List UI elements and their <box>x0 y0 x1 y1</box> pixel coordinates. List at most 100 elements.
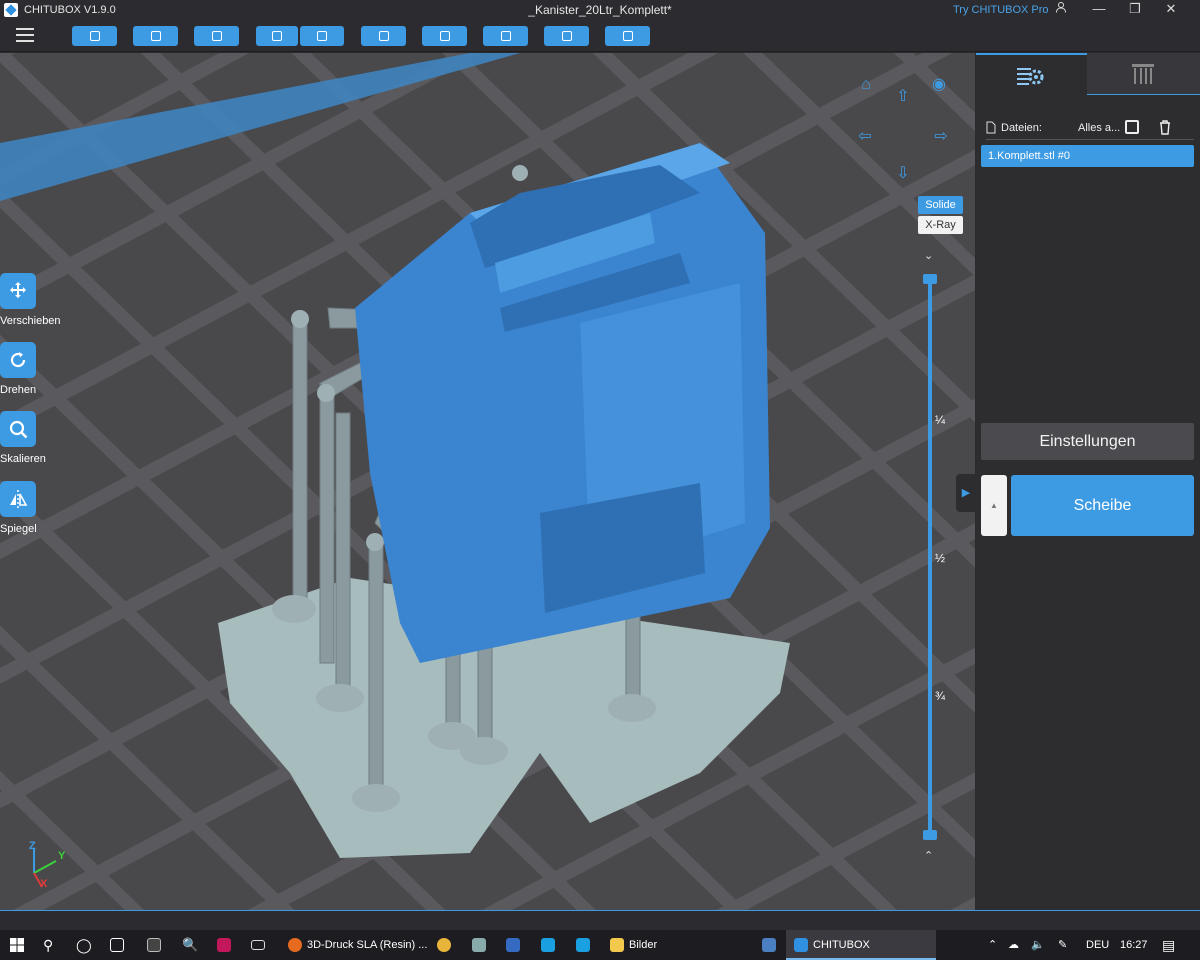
hollow-button[interactable] <box>483 26 528 46</box>
cloud-icon[interactable]: ☁ <box>1008 930 1019 960</box>
mail-icon[interactable] <box>251 930 270 960</box>
document-app-icon[interactable] <box>506 930 525 960</box>
move-tool[interactable]: Verschieben <box>0 273 70 327</box>
side-panel: Dateien: Alles a... 1.Komplett.stl #0 Ei… <box>976 53 1200 910</box>
title-bar: CHITUBOX V1.9.0 _Kanister_20Ltr_Komplett… <box>0 0 1200 20</box>
tab-supports[interactable] <box>1087 53 1200 95</box>
fs-app-icon[interactable] <box>217 930 236 960</box>
rotate-icon <box>0 342 36 378</box>
settings-button[interactable]: Einstellungen <box>981 423 1194 460</box>
chitubox-logo-icon <box>4 3 18 17</box>
hamburger-icon[interactable] <box>16 28 34 42</box>
import-button[interactable] <box>256 26 298 46</box>
home-view-icon[interactable]: ⌂ <box>856 75 876 95</box>
select-all-label[interactable]: Alles a... <box>1078 122 1120 134</box>
scale-tool[interactable]: Skalieren <box>0 411 70 465</box>
3d-viewport[interactable]: Verschieben Drehen Skalieren Spiegel ⌂ ⇧… <box>0 53 975 910</box>
settings-app-icon[interactable] <box>762 930 781 960</box>
view-bottom-icon[interactable]: ⇩ <box>893 164 913 184</box>
status-strip <box>0 910 1200 930</box>
language-indicator[interactable]: DEU <box>1086 930 1109 960</box>
file-icon <box>986 121 996 134</box>
scale-tool-label: Skalieren <box>0 453 46 465</box>
folder-icon <box>610 938 624 953</box>
copy-icon <box>378 31 389 41</box>
chitubox-icon <box>794 938 808 953</box>
taskbar-app-firefox[interactable]: 3D-Druck SLA (Resin) ... <box>280 930 428 960</box>
try-pro-link[interactable]: Try CHITUBOX Pro <box>953 4 1049 16</box>
rotate-tool-label: Drehen <box>0 384 37 396</box>
cura-app-icon[interactable] <box>541 930 560 960</box>
search-icon[interactable]: ⚲ <box>43 930 53 960</box>
slider-mark-quarter: ¼ <box>935 413 946 427</box>
task-view-icon[interactable] <box>110 930 129 960</box>
auto-layout-icon <box>211 31 222 41</box>
layer-slider-bottom-handle[interactable] <box>923 830 937 840</box>
windows-taskbar: ⚲ ◯ 🔍 3D-Druck SLA (Resin) ... Bilder CH… <box>0 930 1200 960</box>
view-top-icon[interactable]: ⇧ <box>893 87 913 107</box>
slider-mark-half: ½ <box>935 551 946 565</box>
drill-icon <box>561 31 572 41</box>
magnifier-icon[interactable]: 🔍 <box>182 930 198 960</box>
taskbar-app-bilder[interactable]: Bilder <box>602 930 752 960</box>
tab-settings[interactable] <box>976 53 1087 95</box>
open-file-button[interactable] <box>72 26 117 46</box>
main-toolbar <box>0 20 1200 52</box>
terminal-icon[interactable] <box>147 930 166 960</box>
chevron-up-icon[interactable]: ⌃ <box>924 849 933 862</box>
xray-mode-button[interactable]: X-Ray <box>918 216 963 234</box>
import-icon <box>272 31 282 41</box>
clock[interactable]: 16:27 <box>1120 930 1148 960</box>
axis-y-label: Y <box>58 850 66 862</box>
layer-slider-track[interactable] <box>928 278 932 838</box>
chevron-down-icon[interactable]: ⌄ <box>924 249 933 262</box>
build-plate-scene <box>0 53 975 910</box>
axis-x-label: X <box>40 878 48 890</box>
save-button[interactable] <box>133 26 178 46</box>
eye-icon[interactable]: ◉ <box>929 75 949 95</box>
taskbar-app-chitubox[interactable]: CHITUBOX <box>786 930 936 960</box>
export-button[interactable] <box>300 26 344 46</box>
panel-collapse-button[interactable]: ▶ <box>956 474 976 512</box>
auto-layout-button[interactable] <box>194 26 239 46</box>
layer-slider-top-handle[interactable] <box>923 274 937 284</box>
rotate-tool[interactable]: Drehen <box>0 342 70 396</box>
close-icon[interactable]: ✕ <box>1156 0 1186 20</box>
export-icon <box>317 31 327 41</box>
paint-icon[interactable] <box>472 930 491 960</box>
volume-icon[interactable]: 🔈 <box>1031 930 1045 960</box>
mirror-tool-label: Spiegel <box>0 523 37 535</box>
view-left-icon[interactable]: ⇦ <box>855 127 875 147</box>
supports-icon <box>439 31 450 41</box>
trash-icon[interactable] <box>1158 120 1172 135</box>
user-icon[interactable] <box>1046 0 1076 20</box>
cura-app-2-icon[interactable] <box>576 930 595 960</box>
view-right-icon[interactable]: ⇨ <box>931 127 951 147</box>
drill-button[interactable] <box>544 26 589 46</box>
scale-icon <box>0 411 36 447</box>
chitubox-app-label: CHITUBOX <box>813 939 870 952</box>
mirror-tool[interactable]: Spiegel <box>0 481 70 535</box>
lock-button[interactable] <box>605 26 650 46</box>
slice-button[interactable]: Scheibe <box>1011 475 1194 536</box>
tray-chevron-icon[interactable]: ⌃ <box>988 930 997 960</box>
pen-icon[interactable]: ✎ <box>1058 930 1067 960</box>
windows-start-icon[interactable] <box>10 930 24 960</box>
solid-mode-button[interactable]: Solide <box>918 196 963 214</box>
select-all-checkbox[interactable] <box>1125 120 1139 134</box>
cortana-icon[interactable]: ◯ <box>76 930 92 960</box>
supports-button[interactable] <box>422 26 467 46</box>
minimize-icon[interactable]: — <box>1084 0 1114 20</box>
copy-button[interactable] <box>361 26 406 46</box>
files-label: Dateien: <box>1001 122 1042 134</box>
lock-icon <box>622 31 633 41</box>
slice-options-button[interactable]: ▲ <box>981 475 1007 536</box>
file-list-item[interactable]: 1.Komplett.stl #0 <box>981 145 1194 167</box>
chrome-icon[interactable] <box>437 930 456 960</box>
axis-z-label: Z <box>29 840 36 852</box>
bilder-app-label: Bilder <box>629 939 658 952</box>
mirror-icon <box>0 481 36 517</box>
notification-icon[interactable]: ▤ <box>1162 930 1175 960</box>
app-name: CHITUBOX V1.9.0 <box>24 4 116 16</box>
restore-icon[interactable]: ❐ <box>1120 0 1150 20</box>
